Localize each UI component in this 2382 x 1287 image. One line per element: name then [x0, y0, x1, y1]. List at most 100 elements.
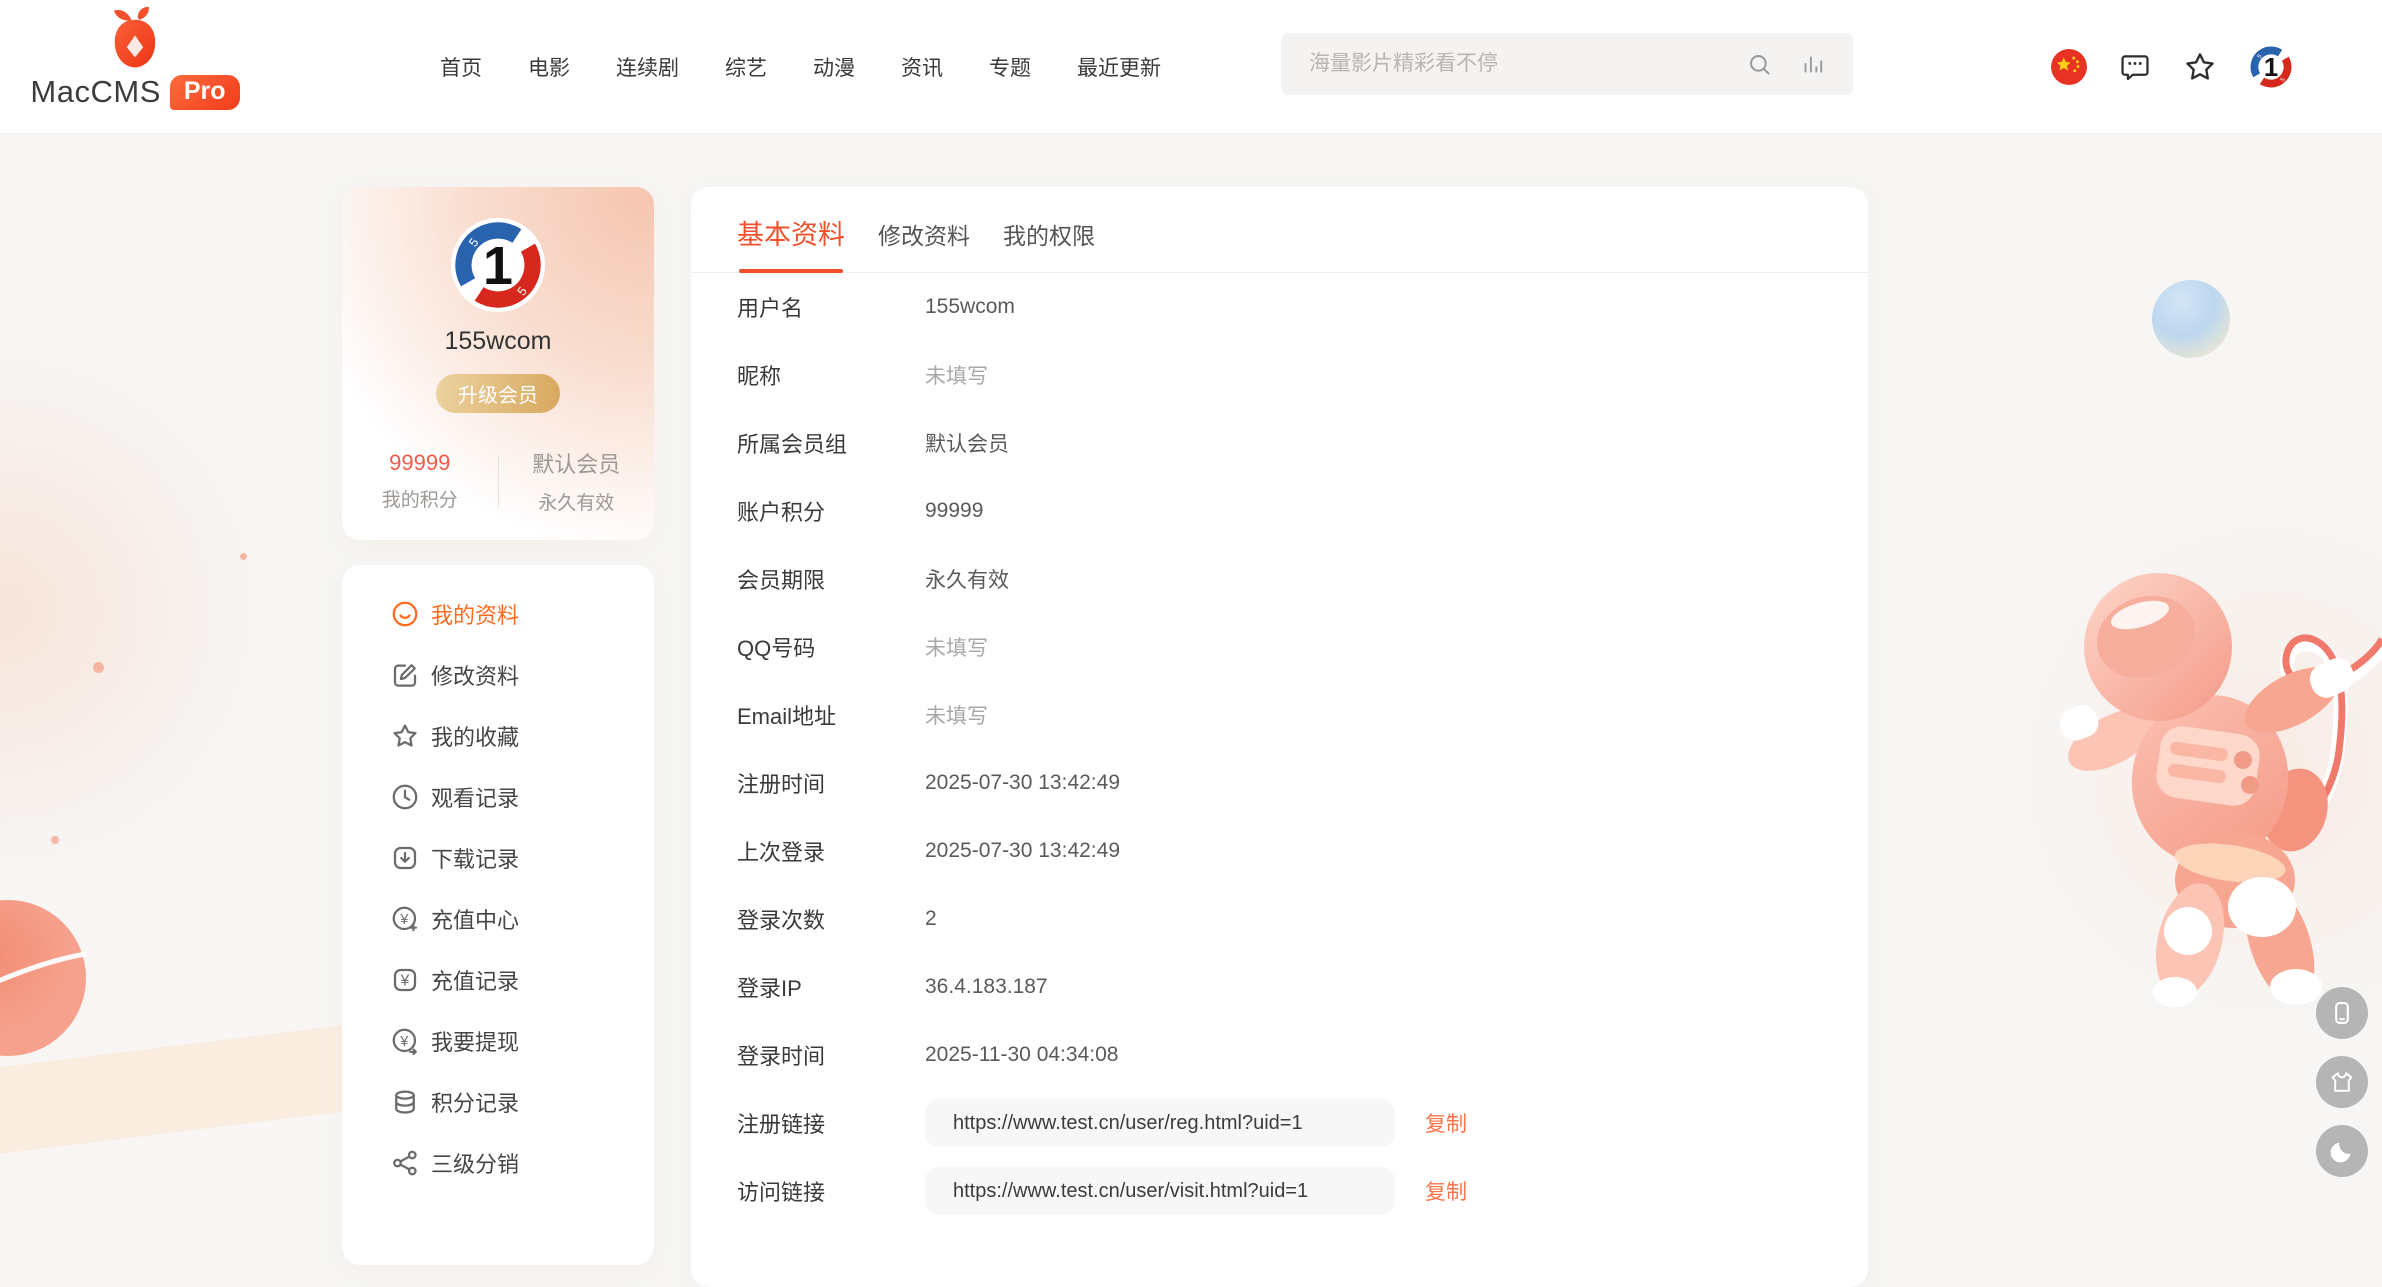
deco-dot	[240, 553, 247, 560]
sidebar-item-label: 下载记录	[431, 842, 519, 874]
sidebar-item-points[interactable]: 积分记录	[342, 1071, 654, 1132]
nav-item[interactable]: 动漫	[813, 52, 855, 82]
edit-icon	[390, 660, 420, 690]
profile-row: 昵称未填写	[737, 341, 1822, 409]
nav-item[interactable]: 首页	[440, 52, 482, 82]
sidebar-item-clock[interactable]: 观看记录	[342, 766, 654, 827]
nav-item[interactable]: 资讯	[901, 52, 943, 82]
profile-row: 用户名155wcom	[737, 273, 1822, 341]
row-label: 所属会员组	[737, 427, 925, 459]
nav-item[interactable]: 连续剧	[616, 52, 679, 82]
row-label: Email地址	[737, 699, 925, 731]
row-label: 会员期限	[737, 563, 925, 595]
smiley-icon	[390, 599, 420, 629]
sidebar-item-label: 观看记录	[431, 781, 519, 813]
profile-row: 登录次数2	[737, 885, 1822, 953]
phone-icon	[2328, 999, 2356, 1027]
stat-value: 99999	[342, 450, 498, 476]
stat-label: 永久有效	[499, 488, 655, 515]
profile-row: 账户积分99999	[737, 477, 1822, 545]
row-label: 注册时间	[737, 767, 925, 799]
sidebar-item-label: 积分记录	[431, 1086, 519, 1118]
profile-row: 所属会员组默认会员	[737, 409, 1822, 477]
mobile-button[interactable]	[2316, 987, 2368, 1039]
row-value: 155wcom	[925, 295, 1015, 319]
row-label: 用户名	[737, 291, 925, 323]
username: 155wcom	[342, 327, 654, 356]
site-logo[interactable]: MacCMS Pro	[28, 6, 242, 110]
deco-dot	[51, 836, 59, 844]
sidebar-item-label: 修改资料	[431, 659, 519, 691]
logo-pro-badge: Pro	[170, 75, 240, 110]
sidebar-item-label: 充值记录	[431, 964, 519, 996]
sidebar-item-share[interactable]: 三级分销	[342, 1132, 654, 1193]
china-flag-icon[interactable]	[2050, 48, 2088, 86]
user-profile-card: 551 155wcom 升级会员 99999我的积分默认会员永久有效	[342, 187, 654, 540]
dark-mode-button[interactable]	[2316, 1125, 2368, 1177]
profile-row: 注册链接https://www.test.cn/user/reg.html?ui…	[737, 1089, 1822, 1157]
profile-main-card: 基本资料修改资料我的权限 用户名155wcom昵称未填写所属会员组默认会员账户积…	[691, 187, 1868, 1287]
copy-button[interactable]: 复制	[1425, 1176, 1467, 1206]
profile-row: 登录IP36.4.183.187	[737, 953, 1822, 1021]
sidebar-item-download[interactable]: 下载记录	[342, 827, 654, 888]
row-label: 昵称	[737, 359, 925, 391]
row-value: 2025-07-30 13:42:49	[925, 771, 1120, 795]
share-icon	[390, 1148, 420, 1178]
recharge-record-icon: ¥	[390, 965, 420, 995]
row-value: 未填写	[925, 700, 988, 730]
row-label: QQ号码	[737, 631, 925, 663]
svg-text:¥: ¥	[399, 1034, 408, 1050]
star-icon[interactable]	[2182, 49, 2218, 85]
row-label: 登录IP	[737, 971, 925, 1003]
profile-row: Email地址未填写	[737, 681, 1822, 749]
row-value: 2	[925, 907, 937, 931]
profile-row: 登录时间2025-11-30 04:34:08	[737, 1021, 1822, 1089]
user-avatar-large[interactable]: 551	[450, 217, 546, 313]
svg-text:1: 1	[483, 236, 513, 296]
svg-text:¥: ¥	[399, 912, 408, 928]
sidebar-item-edit[interactable]: 修改资料	[342, 644, 654, 705]
tshirt-icon	[2328, 1068, 2356, 1096]
copy-button[interactable]: 复制	[1425, 1108, 1467, 1138]
sidebar-item-withdraw[interactable]: ¥我要提现	[342, 1010, 654, 1071]
link-url-box[interactable]: https://www.test.cn/user/reg.html?uid=1	[925, 1099, 1395, 1147]
profile-rows: 用户名155wcom昵称未填写所属会员组默认会员账户积分99999会员期限永久有…	[691, 273, 1868, 1225]
recharge-icon: ¥	[390, 904, 420, 934]
row-value: 99999	[925, 499, 983, 523]
sidebar-item-smiley[interactable]: 我的资料	[342, 583, 654, 644]
profile-tabs: 基本资料修改资料我的权限	[691, 187, 1868, 273]
theme-skin-button[interactable]	[2316, 1056, 2368, 1108]
svg-text:1: 1	[2264, 54, 2278, 82]
sidebar-item-star[interactable]: 我的收藏	[342, 705, 654, 766]
message-icon[interactable]	[2118, 50, 2152, 84]
astronaut-illustration	[2040, 535, 2382, 1040]
search-icon[interactable]	[1746, 51, 1773, 78]
svg-text:¥: ¥	[400, 972, 410, 989]
logo-text: MacCMS	[30, 74, 160, 110]
row-value: 2025-11-30 04:34:08	[925, 1043, 1118, 1067]
user-stats: 99999我的积分默认会员永久有效	[342, 447, 654, 515]
tab-修改资料[interactable]: 修改资料	[878, 217, 970, 271]
nav-item[interactable]: 综艺	[725, 52, 767, 82]
trending-bars-icon[interactable]	[1799, 51, 1825, 77]
maccms-tomato-icon	[28, 6, 242, 72]
row-label: 注册链接	[737, 1107, 925, 1139]
stat-value: 默认会员	[499, 447, 655, 479]
sidebar-item-label: 我的收藏	[431, 720, 519, 752]
deco-dot	[93, 662, 104, 673]
user-avatar[interactable]: 551	[2248, 44, 2294, 90]
upgrade-member-button[interactable]: 升级会员	[436, 374, 560, 413]
search-input[interactable]	[1309, 52, 1720, 76]
tab-基本资料[interactable]: 基本资料	[737, 213, 845, 272]
link-url-box[interactable]: https://www.test.cn/user/visit.html?uid=…	[925, 1167, 1395, 1215]
sidebar-item-recharge[interactable]: ¥充值中心	[342, 888, 654, 949]
nav-item[interactable]: 电影	[528, 52, 570, 82]
tab-我的权限[interactable]: 我的权限	[1003, 217, 1095, 271]
sidebar-item-recharge-record[interactable]: ¥ 充值记录	[342, 949, 654, 1010]
nav-item[interactable]: 最近更新	[1077, 52, 1161, 82]
nav-item[interactable]: 专题	[989, 52, 1031, 82]
profile-row: 访问链接https://www.test.cn/user/visit.html?…	[737, 1157, 1822, 1225]
main-nav: 首页 电影 连续剧 综艺 动漫 资讯 专题 最近更新	[440, 0, 1161, 134]
row-label: 登录时间	[737, 1039, 925, 1071]
search-box	[1281, 33, 1853, 95]
